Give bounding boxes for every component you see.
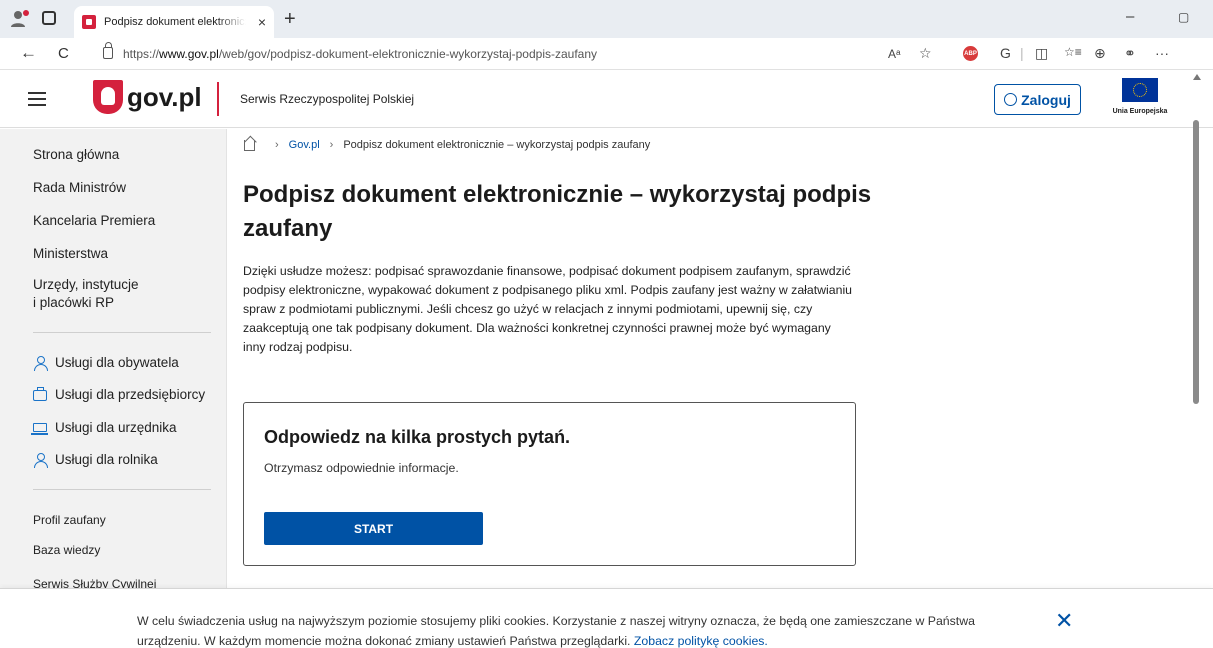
favorite-star-icon[interactable]: ☆ <box>919 45 932 62</box>
profile-icon[interactable] <box>10 9 32 29</box>
eu-flag-icon <box>1122 78 1158 102</box>
eu-label: Unia Europejska <box>1112 108 1168 115</box>
sidebar-item-label: Usługi dla obywatela <box>55 355 179 370</box>
sidebar-item-kancelaria-premiera[interactable]: Kancelaria Premiera <box>33 213 155 228</box>
chevron-right-icon: › <box>275 139 279 151</box>
serwis-label: Serwis Rzeczypospolitej Polskiej <box>240 92 415 106</box>
start-button[interactable]: START <box>264 512 483 545</box>
sidebar-item-uslugi-przedsiebiorcy[interactable]: Usługi dla przedsiębiorcy <box>33 387 205 402</box>
briefcase-icon <box>33 387 47 401</box>
quiz-heading: Odpowiedz na kilka prostych pytań. <box>264 427 571 447</box>
laptop-icon <box>31 423 48 435</box>
split-screen-icon[interactable]: ◫ <box>1035 45 1048 62</box>
sidebar-divider <box>33 332 211 333</box>
sidebar-item-ministerstwa[interactable]: Ministerstwa <box>33 246 108 261</box>
page-title: Podpisz dokument elektronicznie – wykorz… <box>243 181 872 242</box>
breadcrumb: › Gov.pl › Podpisz dokument elektroniczn… <box>244 139 650 151</box>
breadcrumb-link-govpl[interactable]: Gov.pl <box>289 139 320 151</box>
home-icon[interactable] <box>244 139 255 151</box>
sidebar-item-sluzba-cywilna[interactable]: Serwis Służby Cywilnej <box>33 577 156 588</box>
sidebar-item-baza-wiedzy[interactable]: Baza wiedzy <box>33 543 100 557</box>
sidebar: Strona główna Rada Ministrów Kancelaria … <box>0 129 227 588</box>
hamburger-menu-icon[interactable] <box>28 92 46 106</box>
header-divider <box>217 82 219 116</box>
person-icon <box>33 452 48 468</box>
collections-icon[interactable]: ⊕ <box>1094 45 1106 62</box>
reload-button[interactable]: C <box>58 45 69 62</box>
user-icon <box>1004 93 1018 106</box>
performance-icon[interactable]: ⚭ <box>1124 45 1136 62</box>
sidebar-item-rada-ministrow[interactable]: Rada Ministrów <box>33 180 126 195</box>
toolbar-divider: | <box>1020 45 1024 61</box>
back-button[interactable]: ← <box>20 43 37 63</box>
breadcrumb-current: Podpisz dokument elektronicznie – wykorz… <box>343 139 651 151</box>
intro-text: Dzięki usłudze możesz: podpisać sprawozd… <box>243 264 853 354</box>
favorites-icon[interactable]: ☆≡ <box>1064 45 1082 59</box>
address-bar-row: ← C https://www.gov.pl/web/gov/podpisz-d… <box>0 38 1213 70</box>
sidebar-divider <box>33 489 211 490</box>
eu-logo: Unia Europejska <box>1110 76 1170 124</box>
login-button[interactable]: Zaloguj <box>994 84 1081 115</box>
url-field[interactable]: https://www.gov.pl/web/gov/podpisz-dokum… <box>123 47 597 61</box>
site-header: gov.pl Serwis Rzeczypospolitej Polskiej … <box>0 70 1213 128</box>
page-scrollbar[interactable] <box>1190 70 1204 585</box>
adblock-icon[interactable]: ABP <box>963 46 978 61</box>
new-tab-button[interactable]: + <box>284 8 296 31</box>
sidebar-item-profil-zaufany[interactable]: Profil zaufany <box>33 513 106 527</box>
tab-title: Podpisz dokument elektronicznie <box>104 16 246 28</box>
tab-active[interactable]: Podpisz dokument elektronicznie × <box>74 6 274 38</box>
close-cookie-icon[interactable]: ✕ <box>1055 608 1073 634</box>
browser-tab-bar: Podpisz dokument elektronicznie × + – ▢ <box>0 0 1213 38</box>
sidebar-item-urzedy-line2[interactable]: i placówki RP <box>33 295 114 310</box>
sidebar-item-label: Usługi dla urzędnika <box>55 420 177 435</box>
quiz-text: Otrzymasz odpowiednie informacje. <box>264 461 459 475</box>
sidebar-item-strona-glowna[interactable]: Strona główna <box>33 147 119 162</box>
scrollbar-thumb[interactable] <box>1193 120 1199 404</box>
restore-button[interactable]: ▢ <box>1178 10 1189 24</box>
login-label: Zaloguj <box>1021 91 1071 108</box>
sidebar-item-label: Usługi dla przedsiębiorcy <box>55 387 206 402</box>
sidebar-item-label: Usługi dla rolnika <box>55 452 158 467</box>
sidebar-item-uslugi-urzednika[interactable]: Usługi dla urzędnika <box>31 420 177 435</box>
extension-icon[interactable]: G <box>1000 45 1011 61</box>
favicon-icon <box>82 15 96 29</box>
logo-text: gov.pl <box>127 81 202 112</box>
read-aloud-icon[interactable]: Aᵃ <box>888 47 900 61</box>
sidebar-item-urzedy[interactable]: Urzędy, instytucje <box>33 277 139 292</box>
chevron-right-icon: › <box>329 139 334 151</box>
cookie-text: W celu świadczenia usług na najwyższym p… <box>137 614 975 648</box>
cookie-policy-link[interactable]: Zobacz politykę cookies. <box>634 634 768 648</box>
quiz-card: Odpowiedz na kilka prostych pytań. Otrzy… <box>243 402 856 566</box>
scroll-up-icon[interactable] <box>1193 74 1201 80</box>
eagle-emblem-icon <box>93 80 123 114</box>
person-icon <box>33 355 48 371</box>
tab-close-icon[interactable]: × <box>258 14 266 30</box>
lock-icon[interactable] <box>103 42 113 59</box>
sidebar-item-uslugi-rolnika[interactable]: Usługi dla rolnika <box>33 452 158 468</box>
tab-actions-icon[interactable] <box>42 11 56 25</box>
gov-logo[interactable]: gov.pl <box>93 80 202 114</box>
more-menu-icon[interactable]: ··· <box>1155 45 1169 61</box>
cookie-banner: W celu świadczenia usług na najwyższym p… <box>0 588 1213 648</box>
minimize-button[interactable]: – <box>1126 8 1134 25</box>
sidebar-item-uslugi-obywatela[interactable]: Usługi dla obywatela <box>33 355 179 371</box>
